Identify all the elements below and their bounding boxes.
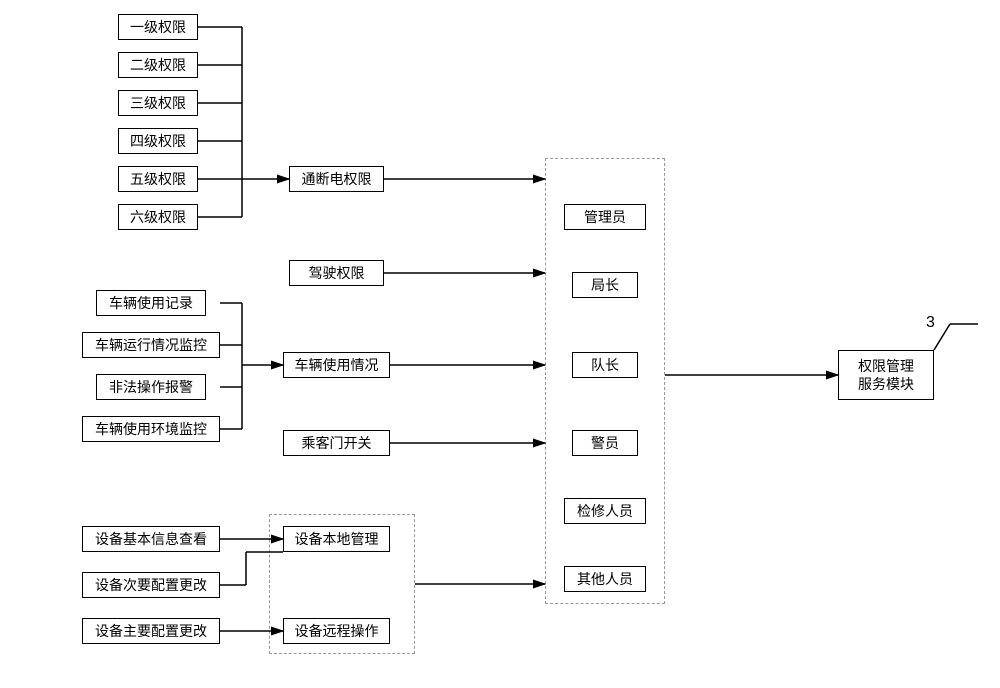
box-role-other: 其他人员 <box>564 566 646 592</box>
module-line1: 权限管理 <box>858 358 914 374</box>
box-dev-remote-op: 设备远程操作 <box>283 618 390 644</box>
box-level6: 六级权限 <box>118 204 198 230</box>
box-role-maintainer: 检修人员 <box>564 498 646 524</box>
box-dev-major-config: 设备主要配置更改 <box>82 618 220 644</box>
box-role-director: 局长 <box>572 272 638 298</box>
box-veh-use-status: 车辆使用情况 <box>283 352 390 378</box>
box-power-auth: 通断电权限 <box>289 166 384 192</box>
box-role-captain: 队长 <box>572 352 638 378</box>
box-passenger-door: 乘客门开关 <box>283 430 390 456</box>
box-level1: 一级权限 <box>118 14 198 40</box>
box-level4: 四级权限 <box>118 128 198 154</box>
module-line2: 服务模块 <box>858 376 914 392</box>
label-3: 3 <box>926 314 935 332</box>
box-role-officer: 警员 <box>572 430 638 456</box>
box-dev-minor-config: 设备次要配置更改 <box>82 572 220 598</box>
box-dev-basic-info: 设备基本信息查看 <box>82 526 220 552</box>
box-dev-local-mgmt: 设备本地管理 <box>283 526 390 552</box>
box-veh-use-record: 车辆使用记录 <box>96 290 206 316</box>
box-illegal-alarm: 非法操作报警 <box>96 374 206 400</box>
box-module: 权限管理 服务模块 <box>838 350 934 400</box>
box-veh-op-monitor: 车辆运行情况监控 <box>82 332 220 358</box>
box-level5: 五级权限 <box>118 166 198 192</box>
box-role-admin: 管理员 <box>564 204 646 230</box>
box-level3: 三级权限 <box>118 90 198 116</box>
box-drive-auth: 驾驶权限 <box>289 260 384 286</box>
box-veh-env-monitor: 车辆使用环境监控 <box>82 416 220 442</box>
box-level2: 二级权限 <box>118 52 198 78</box>
